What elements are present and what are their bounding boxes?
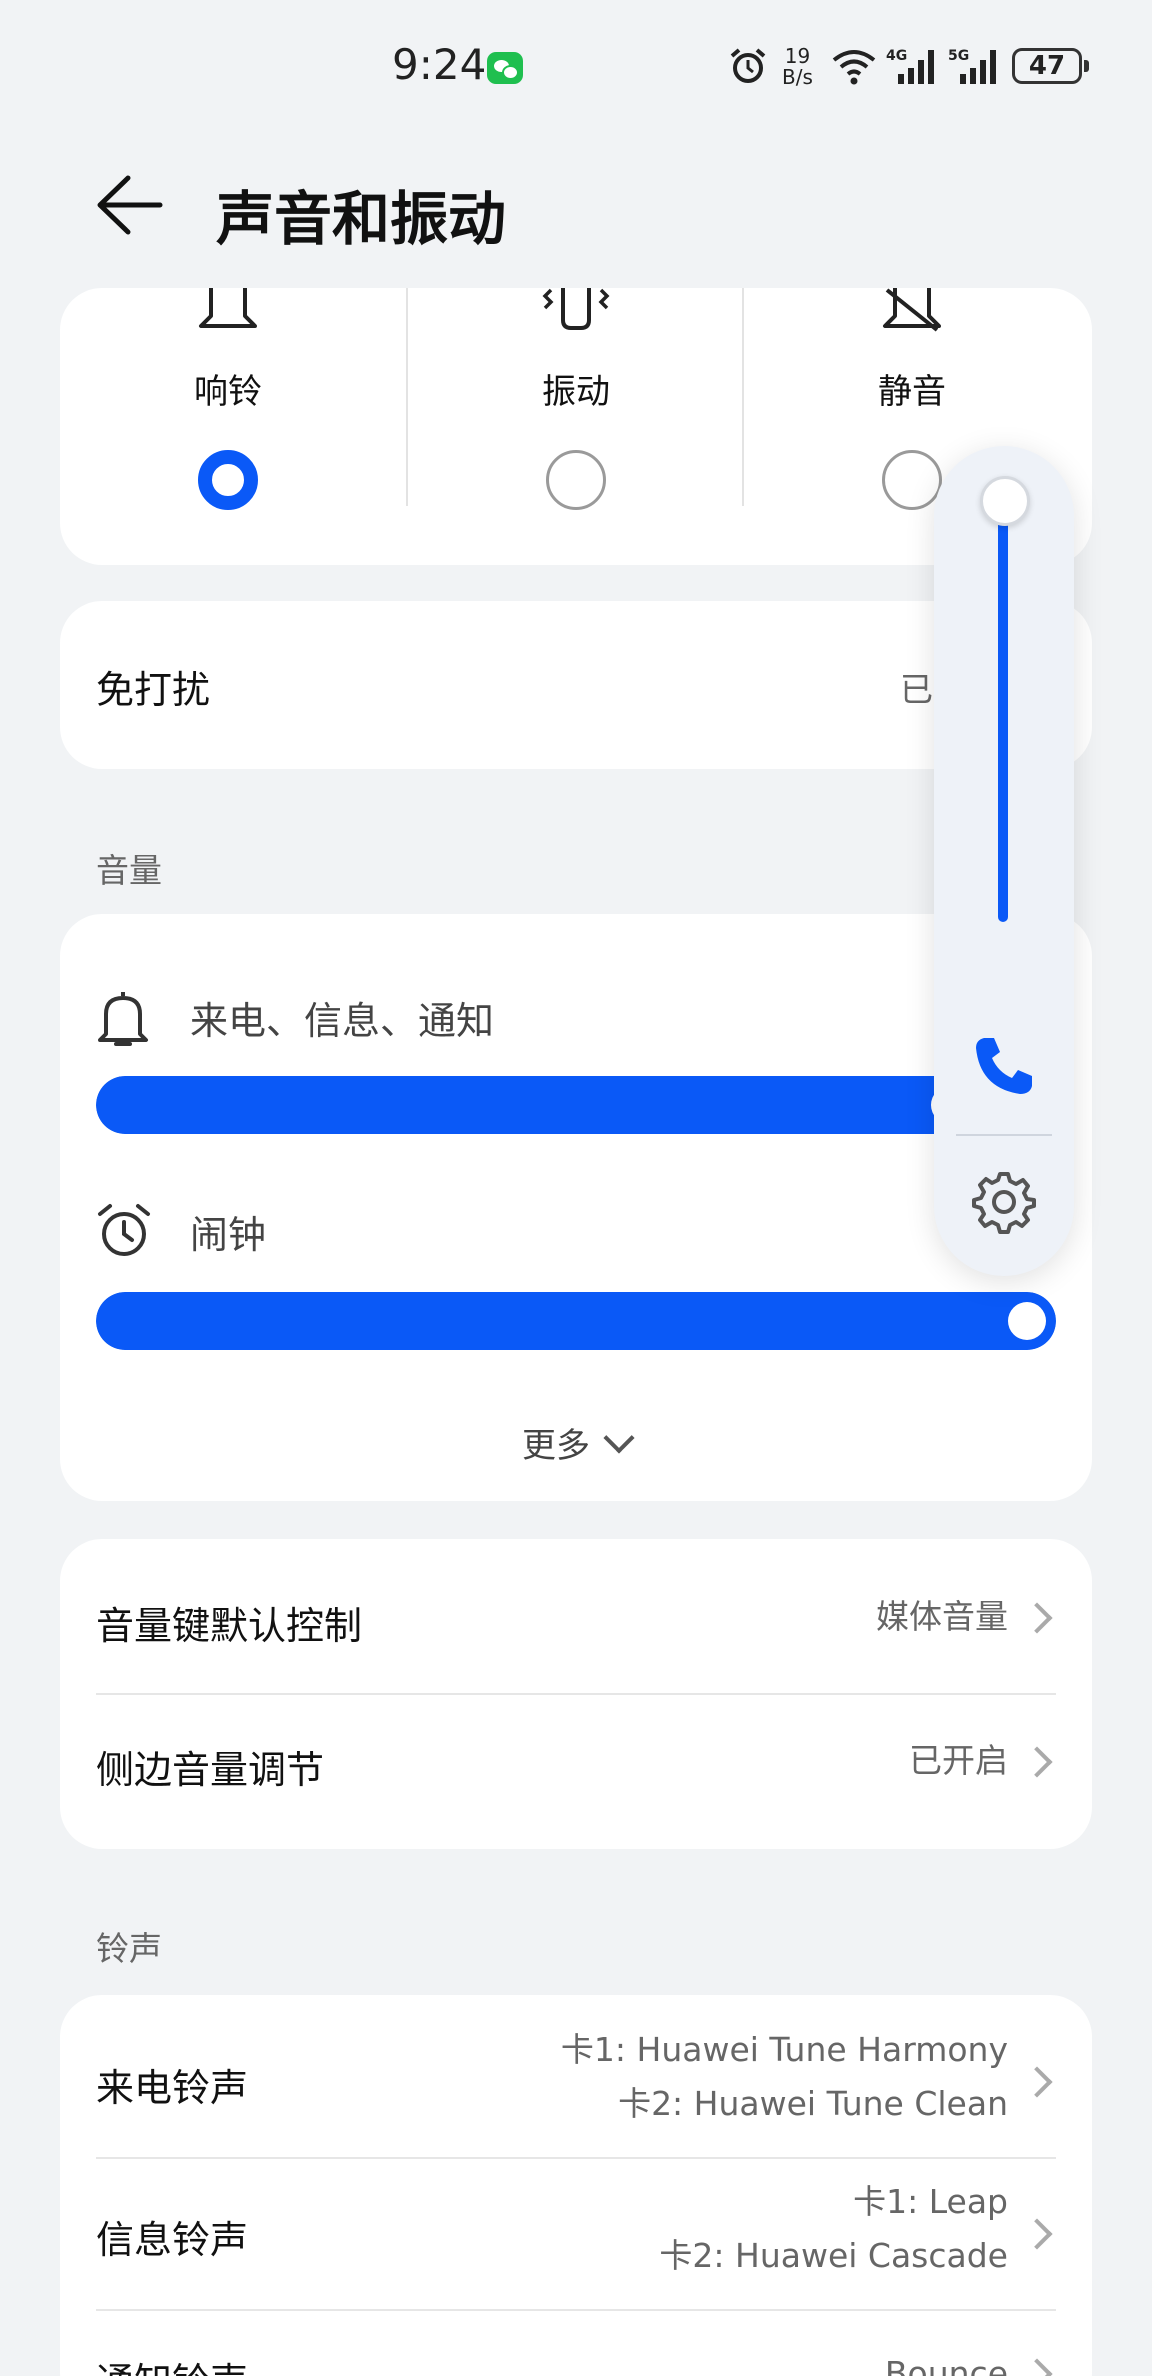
status-time: 9:24 [392, 40, 487, 89]
panel-slider-thumb[interactable] [980, 476, 1030, 526]
mode-silent-label: 静音 [878, 372, 946, 412]
phone-icon[interactable] [970, 1032, 1038, 1100]
battery-indicator: 47 [1012, 48, 1089, 84]
mode-ring-label: 响铃 [194, 372, 262, 412]
svg-text:4G: 4G [886, 48, 907, 64]
mode-ring[interactable]: 响铃 [60, 288, 396, 565]
signal-4g-icon: 4G [886, 48, 934, 84]
ringtones-card: 来电铃声 卡1: Huawei Tune Harmony 卡2: Huawei … [60, 1995, 1092, 2376]
page-header: 声音和振动 [0, 150, 1152, 260]
chevron-right-icon [1021, 1602, 1053, 1634]
volume-key-default-row[interactable]: 音量键默认控制 媒体音量 [60, 1539, 1092, 1695]
panel-divider [956, 1134, 1052, 1136]
panel-volume-slider[interactable] [998, 502, 1008, 922]
bell-off-icon [883, 288, 941, 332]
alarm-volume-slider[interactable] [96, 1292, 1056, 1350]
ringtone-section-title: 铃声 [96, 1929, 162, 1968]
back-arrow-icon[interactable] [90, 170, 170, 240]
bell-icon [199, 288, 257, 328]
status-bar: 9:24 19 B/s 4G 5G 47 [0, 0, 1152, 135]
page-title: 声音和振动 [216, 185, 507, 253]
ringtone-volume-fill [96, 1076, 980, 1134]
mode-vibrate[interactable]: 振动 [408, 288, 744, 565]
bell-icon [98, 992, 148, 1046]
mode-ring-radio[interactable] [198, 450, 258, 510]
floating-volume-panel [934, 446, 1074, 1276]
chevron-down-icon [603, 1422, 635, 1454]
alarm-clock-icon [98, 1204, 150, 1256]
notification-ringtone-row[interactable]: 通知铃声 Bounce [60, 2311, 1092, 2376]
chevron-right-icon [1021, 1746, 1053, 1778]
chevron-right-icon [1021, 2218, 1053, 2250]
mode-vibrate-label: 振动 [542, 372, 610, 412]
ringtone-volume-slider[interactable] [96, 1076, 1056, 1134]
chevron-right-icon [1021, 2066, 1053, 2098]
gear-icon[interactable] [972, 1170, 1036, 1234]
side-volume-adjust-row[interactable]: 侧边音量调节 已开启 [60, 1695, 1092, 1849]
slider-thumb[interactable] [1008, 1302, 1046, 1340]
mode-silent-radio[interactable] [882, 450, 942, 510]
volume-settings-card: 音量键默认控制 媒体音量 侧边音量调节 已开启 [60, 1539, 1092, 1849]
alarm-volume-fill [96, 1292, 1056, 1350]
wechat-icon [487, 52, 523, 84]
ringtone-volume-label: 来电、信息、通知 [190, 999, 495, 1043]
message-ringtone-row[interactable]: 信息铃声 卡1: Leap 卡2: Huawei Cascade [60, 2159, 1092, 2309]
dnd-label: 免打扰 [96, 668, 211, 712]
mode-vibrate-radio[interactable] [546, 450, 606, 510]
vibrate-icon [542, 288, 610, 330]
svg-text:5G: 5G [948, 48, 969, 64]
signal-5g-icon: 5G [948, 48, 996, 84]
more-volume-button[interactable]: 更多 [60, 1418, 1092, 1467]
volume-section-title: 音量 [96, 851, 162, 890]
wifi-icon [832, 50, 876, 85]
network-speed: 19 B/s [782, 44, 813, 89]
call-ringtone-row[interactable]: 来电铃声 卡1: Huawei Tune Harmony 卡2: Huawei … [60, 1995, 1092, 2159]
alarm-icon [730, 48, 766, 83]
chevron-right-icon [1021, 2358, 1053, 2376]
dnd-value: 已 [900, 670, 933, 709]
alarm-volume-label: 闹钟 [190, 1213, 267, 1257]
